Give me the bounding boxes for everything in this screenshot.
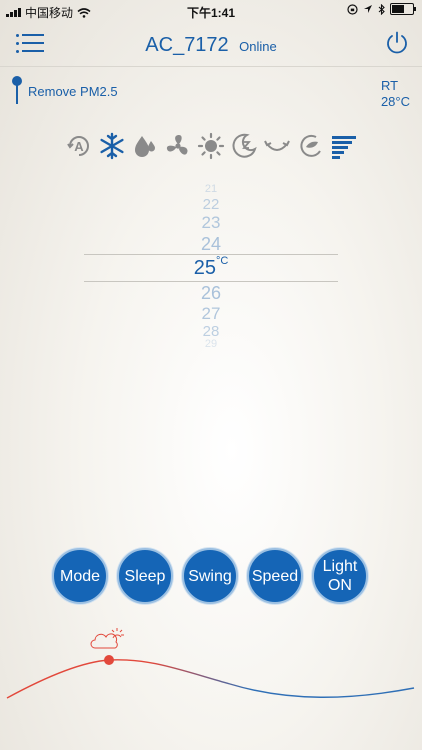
sun-icon[interactable] (196, 130, 226, 162)
mode-icon-row: A (64, 130, 358, 162)
sleep-button[interactable]: Sleep (117, 548, 173, 604)
battery-icon (390, 3, 416, 15)
speed-bars-icon[interactable] (328, 130, 358, 162)
device-name: AC_7172 (145, 34, 229, 56)
temperature-picker[interactable]: 21 22 23 24 25°C 26 27 28 29 (84, 180, 338, 350)
curve-handle[interactable] (104, 655, 114, 665)
temp-option[interactable]: 22 (84, 196, 338, 213)
picker-top-line (84, 254, 338, 255)
temp-selected-value: 25 (193, 257, 216, 279)
rt-value: 28°C (380, 94, 410, 109)
temp-option[interactable]: 23 (84, 213, 338, 233)
rt-label: RT (380, 78, 399, 93)
auto-mode-label: A (74, 139, 84, 154)
pin-icon (12, 76, 22, 104)
swing-button[interactable]: Swing (182, 548, 238, 604)
cloud-sun-icon (90, 628, 124, 649)
temp-option[interactable]: 29 (84, 338, 338, 350)
temp-option[interactable]: 26 (84, 283, 338, 304)
auto-mode-icon[interactable]: A (64, 130, 94, 162)
temp-selected[interactable]: 25°C (84, 255, 338, 280)
location-icon (364, 5, 372, 13)
picker-bottom-line (84, 281, 338, 282)
snowflake-icon[interactable] (97, 130, 127, 162)
drop-icon[interactable] (130, 130, 160, 162)
light-button[interactable]: Light ON (312, 548, 368, 604)
title-area: AC_7172 Online (0, 34, 422, 57)
orientation-lock-icon (347, 3, 358, 15)
device-status: Online (239, 39, 277, 54)
header-bar: AC_7172 Online (0, 24, 422, 67)
leaf-icon[interactable] (295, 130, 325, 162)
status-right (347, 3, 416, 15)
pm-label: Remove PM2.5 (28, 84, 118, 99)
fan-icon[interactable] (163, 130, 193, 162)
temp-unit: °C (215, 255, 229, 267)
bluetooth-icon (378, 3, 385, 15)
room-temperature: RT 28°C (381, 78, 410, 110)
temp-option[interactable]: 24 (84, 234, 338, 255)
temp-option[interactable]: 21 (84, 183, 338, 195)
mode-button[interactable]: Mode (52, 548, 108, 604)
speed-button[interactable]: Speed (247, 548, 303, 604)
temp-option[interactable]: 27 (84, 304, 338, 324)
control-buttons: Mode Sleep Swing Speed Light ON (52, 548, 368, 604)
swing-icon[interactable] (262, 130, 292, 162)
power-icon[interactable] (384, 30, 410, 56)
pm-control[interactable]: Remove PM2.5 (12, 76, 118, 104)
temperature-curve[interactable] (0, 618, 422, 708)
moon-icon[interactable] (229, 130, 259, 162)
status-bar: 中国移动 下午1:41 (0, 0, 422, 22)
